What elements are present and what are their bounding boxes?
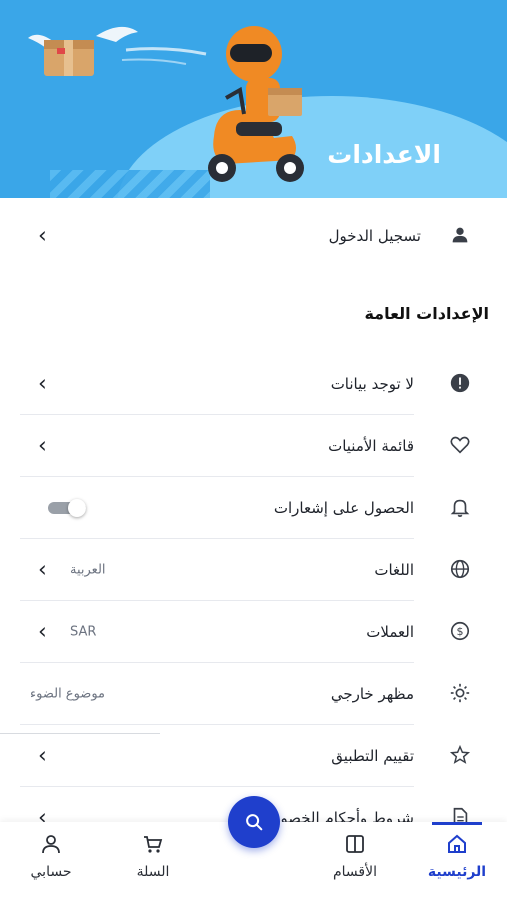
nav-categories-label: الأقسام — [333, 864, 377, 880]
delivery-scooter-illustration — [208, 26, 304, 182]
notifications-label: الحصول على إشعارات — [273, 498, 414, 517]
no-data-label: لا توجد بيانات — [330, 374, 414, 393]
nav-cart[interactable]: السلة — [108, 832, 198, 892]
languages-row[interactable]: ‹ العربية اللغات — [20, 539, 414, 600]
cart-icon — [144, 836, 163, 853]
appearance-row[interactable]: موضوع الضوء مظهر خارجي — [20, 663, 414, 724]
currencies-label: العملات — [366, 622, 414, 641]
heart-icon — [446, 431, 474, 459]
chevron-left-icon: ‹ — [38, 433, 47, 458]
wishlist-label: قائمة الأمنيات — [328, 436, 414, 455]
home-icon — [448, 834, 466, 853]
header-stripes — [50, 170, 210, 198]
toggle-knob — [68, 498, 86, 517]
user-icon — [446, 221, 474, 249]
chevron-left-icon: ‹ — [38, 371, 47, 396]
notifications-row: الحصول على إشعارات — [20, 477, 414, 538]
globe-icon — [446, 555, 474, 583]
settings-header: الاعدادات — [0, 0, 507, 198]
chevron-left-icon: ‹ — [38, 223, 47, 248]
chevron-left-icon: ‹ — [38, 743, 47, 768]
chevron-left-icon: ‹ — [38, 557, 47, 582]
currency-value: SAR — [70, 624, 97, 639]
rate-app-row[interactable]: ‹ تقييم التطبيق — [20, 725, 414, 786]
flying-box-illustration — [28, 26, 207, 76]
dollar-icon: $ — [446, 617, 474, 645]
login-label: تسجيل الدخول — [328, 226, 421, 245]
language-value: العربية — [70, 562, 106, 577]
svg-text:$: $ — [457, 625, 464, 638]
search-icon — [246, 814, 263, 831]
nav-account[interactable]: حسابي — [6, 832, 96, 892]
active-tab-indicator — [432, 822, 482, 825]
languages-label: اللغات — [374, 560, 414, 579]
star-icon — [446, 741, 474, 769]
search-button[interactable] — [228, 796, 280, 848]
login-row[interactable]: ‹ تسجيل الدخول — [20, 205, 507, 266]
appearance-value: موضوع الضوء — [30, 686, 105, 701]
general-settings-title: الإعدادات العامة — [364, 304, 489, 323]
nav-account-label: حسابي — [30, 864, 72, 880]
nav-categories[interactable]: الأقسام — [310, 832, 400, 892]
nav-cart-label: السلة — [136, 864, 170, 880]
person-icon — [42, 835, 60, 854]
categories-icon — [346, 835, 364, 853]
nav-home-label: الرئيسية — [427, 864, 487, 880]
chevron-left-icon: ‹ — [38, 619, 47, 644]
sun-icon — [446, 679, 474, 707]
alert-icon — [446, 369, 474, 397]
notifications-toggle[interactable] — [48, 498, 86, 517]
wishlist-row[interactable]: ‹ قائمة الأمنيات — [20, 415, 414, 476]
currencies-row[interactable]: ‹ SAR العملات — [20, 601, 414, 662]
appearance-label: مظهر خارجي — [330, 684, 414, 703]
no-data-row[interactable]: ‹ لا توجد بيانات — [20, 353, 414, 414]
page-title: الاعدادات — [327, 140, 441, 169]
bell-icon — [446, 493, 474, 521]
nav-home[interactable]: الرئيسية — [412, 832, 502, 892]
rate-app-label: تقييم التطبيق — [331, 746, 414, 765]
